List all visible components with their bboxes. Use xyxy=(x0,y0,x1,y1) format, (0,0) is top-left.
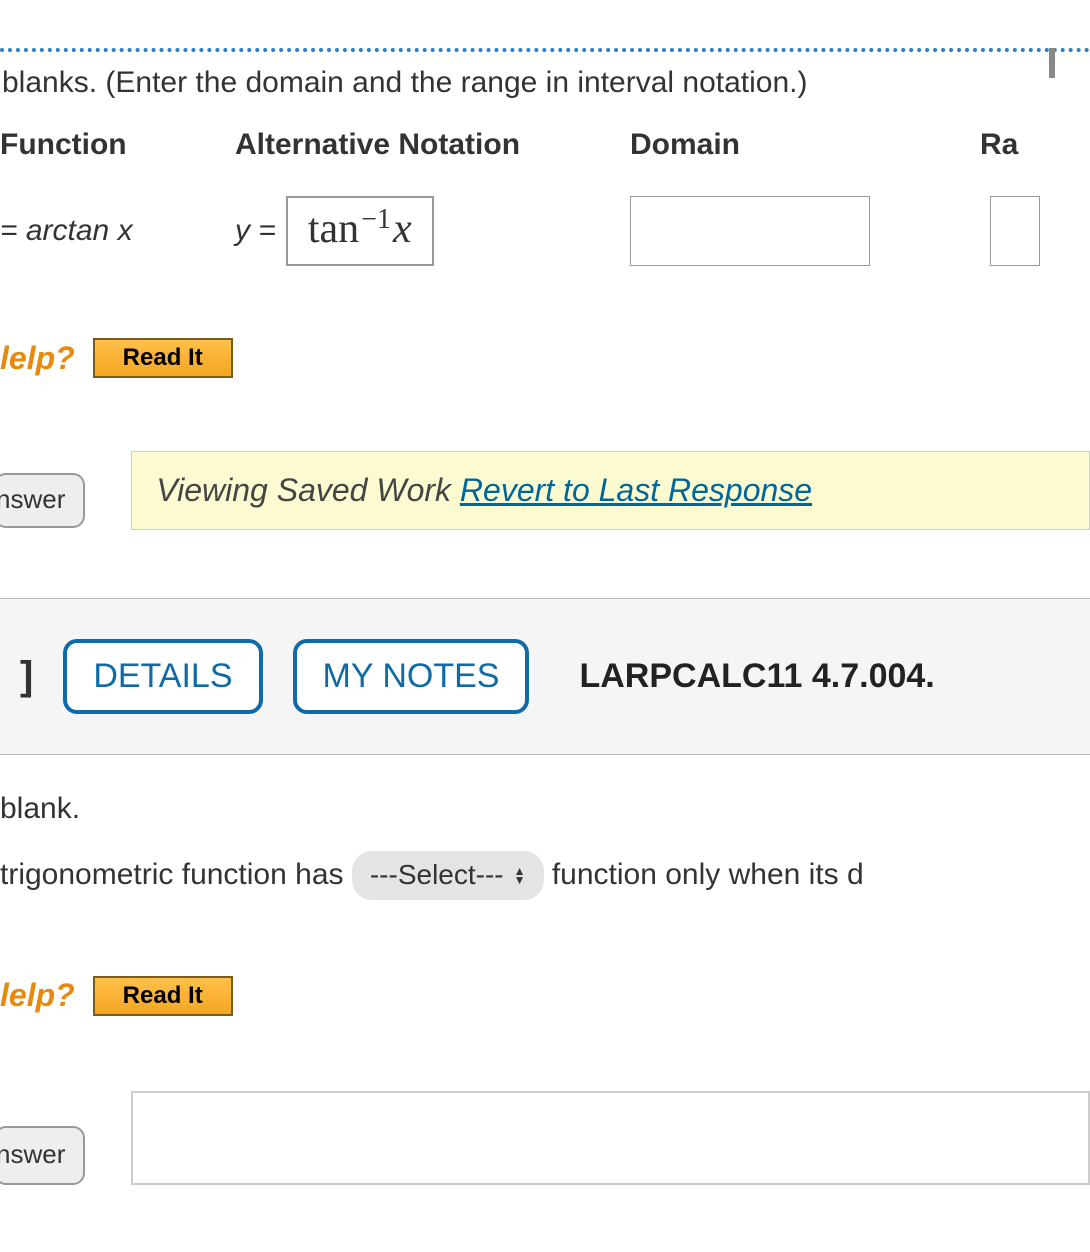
help-row-2: lelp? Read It xyxy=(0,970,1090,1021)
need-help-label: lelp? xyxy=(0,336,75,381)
need-help-label-2: lelp? xyxy=(0,970,75,1021)
revert-link[interactable]: Revert to Last Response xyxy=(460,472,812,508)
math-exponent: −1 xyxy=(361,206,391,234)
question-header: ] DETAILS MY NOTES LARPCALC11 4.7.004. xyxy=(0,599,1090,755)
answer-tab-2[interactable]: nswer xyxy=(0,1126,85,1186)
saved-work-row: nswer Viewing Saved Work Revert to Last … xyxy=(0,451,1090,528)
question-number-bracket: ] xyxy=(20,654,33,699)
textbook-reference: LARPCALC11 4.7.004. xyxy=(579,657,934,696)
saved-work-bar: Viewing Saved Work Revert to Last Respon… xyxy=(131,451,1090,530)
domain-input[interactable] xyxy=(630,196,870,266)
header-domain: Domain xyxy=(630,124,980,166)
math-tan: tan xyxy=(308,208,359,250)
table-header-row: Function Alternative Notation Domain Ra xyxy=(0,104,1090,166)
function-cell: = arctan x xyxy=(0,210,235,252)
answer-area[interactable] xyxy=(131,1091,1090,1185)
details-button[interactable]: DETAILS xyxy=(63,639,262,714)
header-function: Function xyxy=(0,124,235,166)
math-y-equals: y = xyxy=(235,210,276,252)
instruction-text: blanks. (Enter the domain and the range … xyxy=(0,62,1090,104)
answer-row-2: nswer xyxy=(0,1091,1090,1185)
table-data-row: = arctan x y = tan −1 x xyxy=(0,166,1090,266)
range-cell xyxy=(930,196,1040,266)
header-range: Ra xyxy=(980,124,1018,166)
answer-tab-1[interactable]: nswer xyxy=(0,473,85,527)
help-row-1: lelp? Read It xyxy=(0,336,1090,381)
math-input-box[interactable]: tan −1 x xyxy=(286,196,434,266)
scrollbar-fragment xyxy=(1049,48,1055,78)
select-label: ---Select--- xyxy=(370,853,504,898)
read-it-button-2[interactable]: Read It xyxy=(93,976,233,1016)
math-x: x xyxy=(393,208,412,250)
read-it-button-1[interactable]: Read It xyxy=(93,338,233,378)
select-dropdown[interactable]: ---Select--- ▲▼ xyxy=(352,851,544,900)
header-alternative: Alternative Notation xyxy=(235,124,630,166)
blank-label: blank. xyxy=(0,785,1090,833)
my-notes-button[interactable]: MY NOTES xyxy=(293,639,530,714)
select-arrows-icon: ▲▼ xyxy=(514,867,526,885)
question-sentence: trigonometric function has ---Select--- … xyxy=(0,851,1090,900)
range-input[interactable] xyxy=(990,196,1040,266)
alternative-cell: y = tan −1 x xyxy=(235,196,630,266)
saved-work-text: Viewing Saved Work xyxy=(156,472,460,508)
domain-cell xyxy=(630,196,930,266)
sentence-start: trigonometric function has xyxy=(0,858,352,891)
sentence-end: function only when its d xyxy=(552,858,864,891)
